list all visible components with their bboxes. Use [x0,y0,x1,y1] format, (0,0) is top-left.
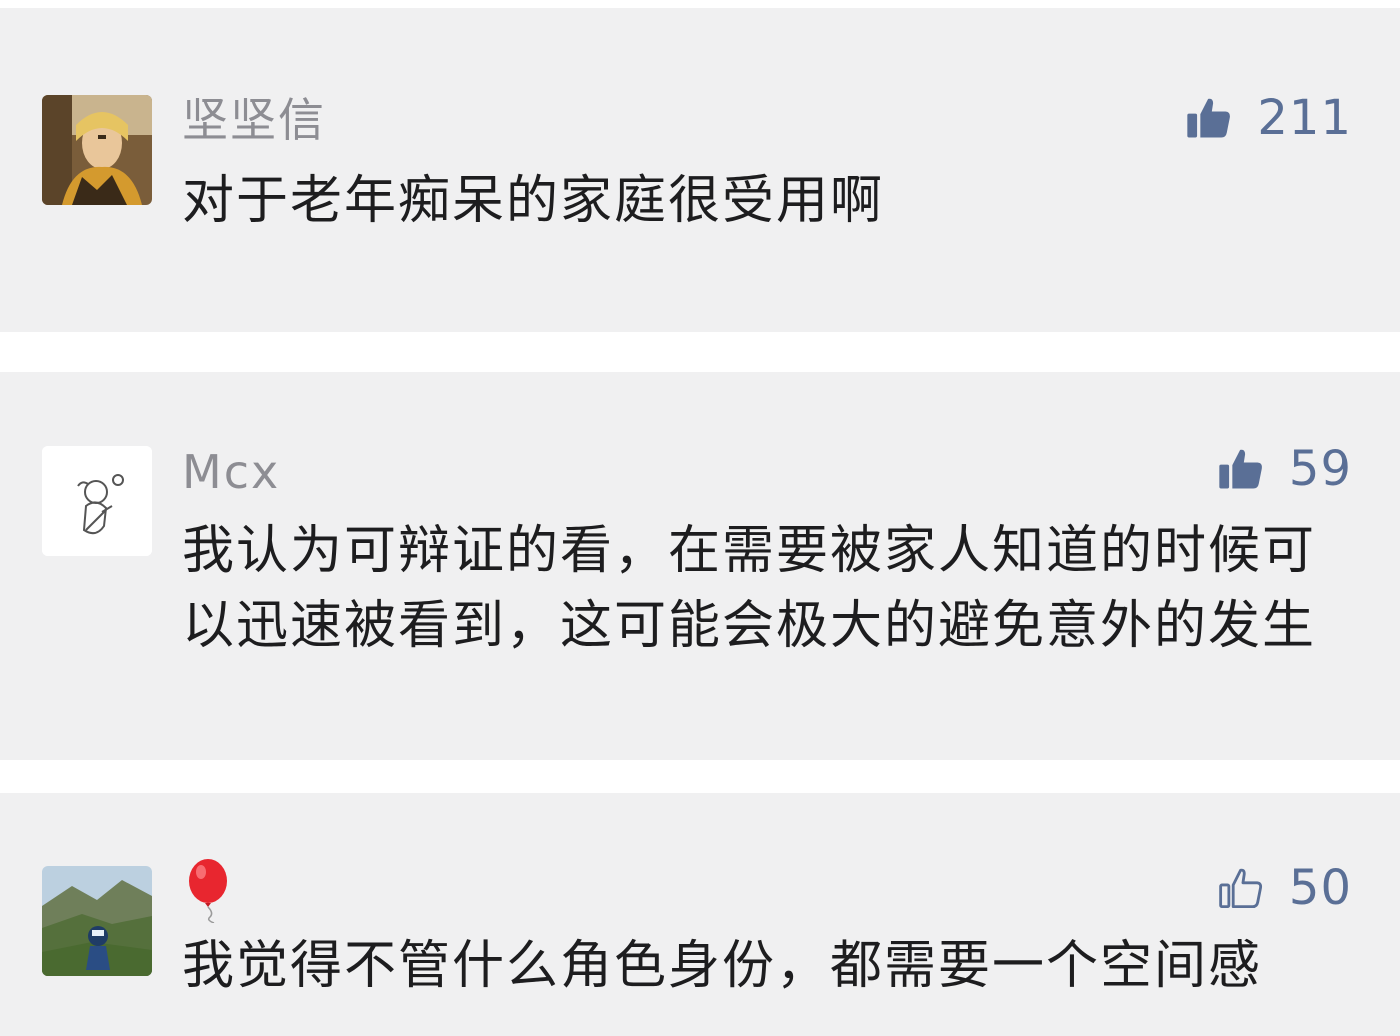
username[interactable]: 🎈 [184,857,236,924]
comment-text: 对于老年痴呆的家庭很受用啊 [182,171,885,231]
balloon-icon [189,859,227,924]
comment-card: Mcx 59 我认为可辩证的看，在需要被家人知道的时候可以迅速被看到，这可能会极… [0,372,1400,760]
like-count: 50 [1288,860,1352,916]
comment-card: 🎈 50 我觉得不管什么角色身份，都需要一个空间感 [0,793,1400,1036]
comment-text: 我觉得不管什么角色身份，都需要一个空间感 [182,936,1263,996]
thumbs-up-filled-icon [1187,98,1231,138]
avatar[interactable] [42,446,152,556]
avatar-landscape-icon [42,866,152,976]
like-count: 211 [1257,90,1352,146]
avatar[interactable] [42,866,152,976]
like-count: 59 [1288,441,1352,497]
like-button[interactable]: 50 [1215,860,1352,916]
avatar[interactable] [42,95,152,205]
avatar-image-icon [42,95,152,205]
username[interactable]: Mcx [182,449,280,495]
comment-text: 我认为可辩证的看，在需要被家人知道的时候可以迅速被看到，这可能会极大的避免意外的… [182,521,1317,656]
thumbs-up-outline-icon [1219,868,1262,909]
comment-card: 坚坚信 211 对于老年痴呆的家庭很受用啊 [0,8,1400,332]
username[interactable]: 坚坚信 [182,97,326,143]
avatar-sketch-icon [42,446,152,556]
comment-list: 坚坚信 211 对于老年痴呆的家庭很受用啊 Mcx 59 我认为可辩证的看，在需… [0,0,1400,1036]
like-button[interactable]: 211 [1183,90,1352,146]
thumbs-up-filled-icon [1219,449,1262,489]
like-button[interactable]: 59 [1215,441,1352,497]
